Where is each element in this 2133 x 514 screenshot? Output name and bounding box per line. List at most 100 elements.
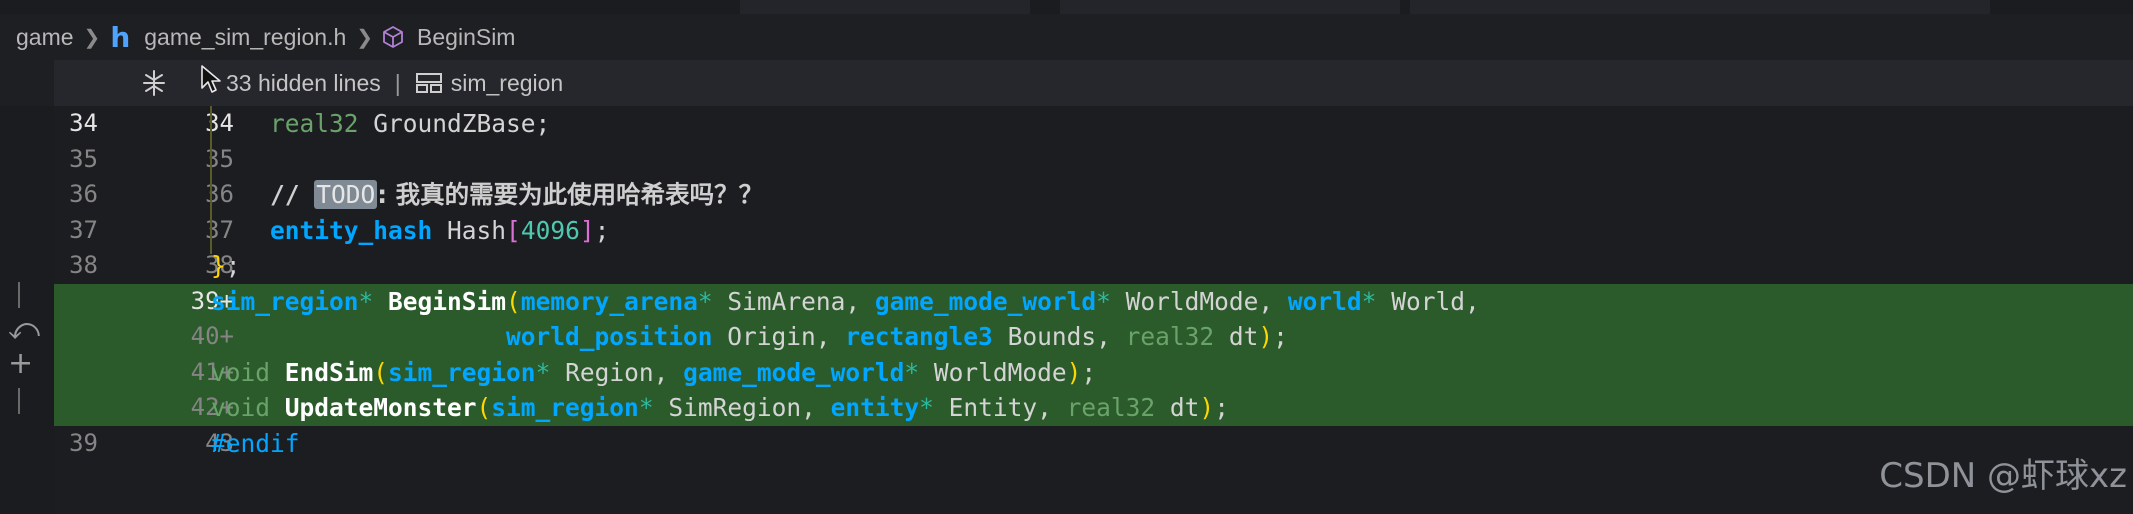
tab-background (1410, 0, 1990, 14)
line-number-modified: 35 (205, 144, 234, 173)
brace-token: } (211, 251, 226, 280)
sticky-region-label[interactable]: sim_region (451, 70, 564, 97)
editor-tab-strip (0, 0, 2133, 14)
pointer-token: * (1096, 286, 1111, 316)
struct-icon (415, 73, 442, 93)
code-comment: // TODO: 我真的需要为此使用哈希表吗？？ (211, 177, 763, 213)
paren-token: ( (506, 286, 521, 316)
preprocessor-token: #endif (211, 428, 300, 458)
tab-background (740, 0, 1030, 14)
type-token: entity (830, 393, 920, 422)
pointer-token: * (535, 357, 551, 387)
type-token: sim_region (211, 286, 359, 316)
pointer-token: * (1361, 286, 1377, 316)
line-number-original (54, 355, 98, 391)
added-code-line[interactable]: 41+ void EndSim(sim_region* Region, game… (54, 354, 2133, 391)
code-line[interactable]: 39 43 #endif (54, 426, 2133, 462)
breadcrumb: game ❯ h game_sim_region.h ❯ BeginSim (0, 14, 2133, 60)
type-token: game_mode_world (874, 286, 1097, 316)
collapse-icon[interactable] (140, 69, 168, 97)
code-line[interactable]: 35 35 (54, 142, 2133, 178)
comment-slashes: // (270, 180, 315, 209)
type-token: void (211, 393, 271, 422)
sticky-scroll-header[interactable]: 33 hidden lines | sim_region (54, 60, 2133, 106)
line-number-original (54, 284, 98, 320)
type-token: rectangle3 (845, 322, 993, 351)
code-token: Bounds, (992, 322, 1126, 351)
code-token: Region, (550, 357, 684, 387)
paren-token: ) (1199, 393, 1215, 422)
code-text: real32 GroundZBase; (211, 106, 550, 142)
paren-token: ) (1258, 322, 1274, 351)
code-line[interactable]: 38 38 }; (54, 248, 2133, 284)
code-text: void EndSim(sim_region* Region, game_mod… (211, 355, 1096, 391)
added-code-line[interactable]: 40+ world_position Origin, rectangle3 Bo… (54, 319, 2133, 355)
code-editor[interactable]: 34 34 real32 GroundZBase; 35 35 36 36 //… (54, 106, 2133, 514)
code-token: Origin, (712, 322, 846, 351)
type-token: real32 (1066, 393, 1156, 422)
revert-icon[interactable]: ⤺ (8, 312, 40, 347)
line-number-original: 34 (69, 109, 98, 137)
type-token: world (1287, 286, 1362, 316)
h-file-icon: h (110, 20, 131, 54)
chevron-right-icon: ❯ (356, 26, 374, 49)
code-line[interactable]: 36 36 // TODO: 我真的需要为此使用哈希表吗？？ (54, 177, 2133, 213)
function-token: EndSim (270, 357, 374, 387)
pointer-token: * (904, 357, 920, 387)
type-token: sim_region (491, 393, 639, 422)
code-token: SimRegion, (653, 393, 831, 422)
breadcrumb-folder[interactable]: game (12, 24, 78, 51)
code-token: dt (1214, 322, 1259, 351)
hidden-lines-label[interactable]: 33 hidden lines (226, 70, 381, 97)
code-text: world_position Origin, rectangle3 Bounds… (211, 319, 1288, 355)
chevron-right-icon: ❯ (83, 26, 101, 49)
type-token: sim_region (388, 357, 536, 387)
code-text: }; (211, 248, 241, 284)
bracket-token: [ (506, 215, 521, 245)
plus-icon[interactable]: + (8, 346, 33, 381)
line-number-original: 39 (69, 428, 98, 457)
todo-badge: TODO (314, 180, 378, 209)
pointer-token: * (358, 286, 374, 316)
code-token: ; (1273, 322, 1288, 351)
diff-marker (18, 388, 20, 414)
pointer-token: * (919, 393, 934, 422)
diff-marker (18, 282, 20, 308)
mouse-cursor-icon (201, 65, 221, 93)
paren-token: ) (1066, 357, 1082, 387)
diff-gutter: ⤺ + (0, 106, 54, 514)
tab-background (1060, 0, 1400, 14)
code-token: Entity, (933, 393, 1067, 422)
line-number-original (54, 319, 98, 355)
added-code-line[interactable]: 39+ sim_region* BeginSim(memory_arena* S… (54, 283, 2133, 320)
breadcrumb-symbol[interactable]: BeginSim (413, 24, 519, 51)
paren-token: ( (373, 357, 389, 387)
code-text: void UpdateMonster(sim_region* SimRegion… (211, 390, 1229, 426)
number-token: 4096 (520, 215, 580, 245)
type-token: game_mode_world (683, 357, 905, 387)
function-token: BeginSim (373, 286, 507, 316)
code-text: sim_region* BeginSim(memory_arena* SimAr… (211, 284, 1480, 320)
function-token: UpdateMonster (270, 393, 477, 422)
line-number-original: 38 (69, 251, 98, 279)
type-token: world_position (506, 322, 713, 351)
code-token: SimArena, (712, 286, 875, 316)
indent-guide (210, 106, 212, 254)
code-line[interactable]: 34 34 real32 GroundZBase; (54, 106, 2133, 142)
sticky-separator: | (394, 69, 401, 96)
code-token: ; (225, 251, 241, 280)
bracket-token: ] (579, 215, 595, 245)
breadcrumb-file[interactable]: game_sim_region.h (140, 24, 350, 51)
code-text: entity_hash Hash[4096]; (211, 213, 609, 249)
code-token: GroundZBase; (358, 109, 551, 138)
code-line[interactable]: 37 37 entity_hash Hash[4096]; (54, 213, 2133, 249)
added-code-line[interactable]: 42+ void UpdateMonster(sim_region* SimRe… (54, 390, 2133, 426)
code-token: ; (594, 215, 610, 245)
code-token: ; (1081, 357, 1097, 387)
code-text: #endif (211, 426, 300, 462)
comment-text: : 我真的需要为此使用哈希表吗？？ (377, 180, 764, 209)
code-token: dt (1155, 393, 1200, 422)
